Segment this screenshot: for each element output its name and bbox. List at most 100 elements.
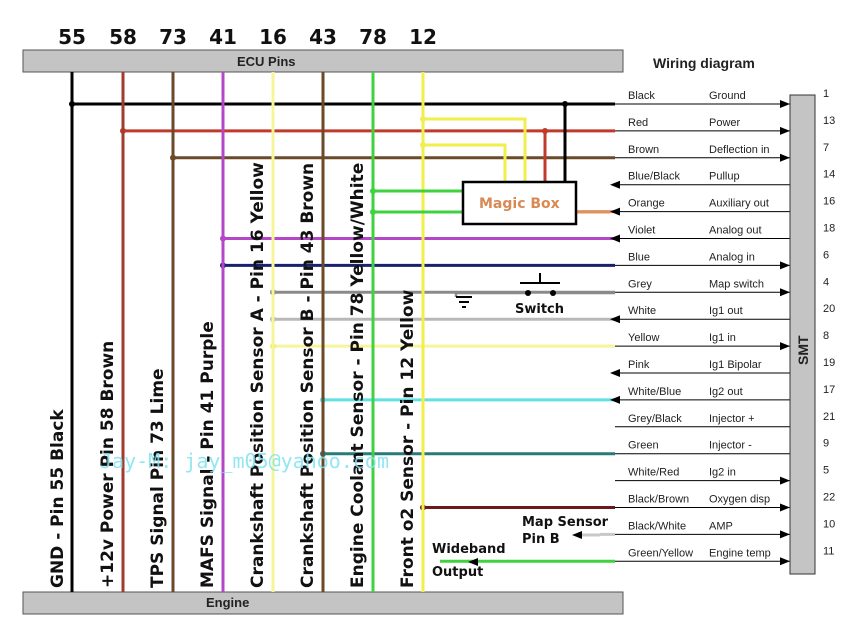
smt-pin-number: 20 <box>823 303 835 315</box>
switch-label: Switch <box>515 302 564 317</box>
row-wire-color: Grey <box>628 278 652 290</box>
arrow-out-icon <box>610 369 620 377</box>
row-function: Engine temp <box>709 547 771 559</box>
ecu-pins-label: ECU Pins <box>237 54 296 69</box>
engine-bar <box>22 591 624 615</box>
junction-dot <box>420 116 426 122</box>
diagram-title: Wiring diagram <box>653 55 755 71</box>
row-wire-color: Yellow <box>628 332 659 344</box>
smt-pin-number: 11 <box>823 545 834 557</box>
arrow-in-icon <box>780 261 790 270</box>
junction-dot <box>420 142 426 148</box>
smt-pin-number: 10 <box>823 518 835 530</box>
column-label: Crankshaft Position Sensor A - Pin 16 Ye… <box>248 162 268 588</box>
smt-pin-number: 1 <box>823 88 829 100</box>
row-function: Ig2 in <box>709 467 736 479</box>
row-wire-color: Pink <box>628 359 650 371</box>
smt-pin-number: 5 <box>823 465 829 477</box>
row-function: Ig1 in <box>709 332 736 344</box>
ecu-pin-number: 41 <box>209 25 237 49</box>
arrow-out-icon <box>610 207 620 216</box>
arrow-in-icon <box>780 126 790 135</box>
ecu-pin-number: 58 <box>109 25 137 49</box>
wideband-note: Wideband <box>432 542 506 557</box>
smt-pin-number: 7 <box>823 142 829 154</box>
arrow-in-icon <box>780 503 790 512</box>
smt-pin-number: 14 <box>823 169 835 181</box>
row-wire-color: Grey/Black <box>628 413 682 425</box>
magic-box-label: Magic Box <box>479 196 560 212</box>
smt-pin-number: 18 <box>823 223 835 235</box>
arrow-in-icon <box>780 342 790 351</box>
arrow-in-icon <box>780 288 790 297</box>
row-wire-color: Green/Yellow <box>628 547 693 559</box>
ecu-pin-numbers: 55 58 73 41 16 43 78 12 <box>58 25 437 49</box>
row-wire-color: Black <box>628 90 655 102</box>
row-function: Pullup <box>709 171 740 183</box>
row-wire-color: Black/Brown <box>628 494 689 506</box>
column-label: GND - Pin 55 Black <box>48 409 68 588</box>
row-wire-color: Black/White <box>628 520 686 532</box>
smt-pin-number: 16 <box>823 196 835 208</box>
junction-dot <box>370 188 376 194</box>
row-function: Ig1 out <box>709 305 743 317</box>
column-labels: GND - Pin 55 Black +12v Power Pin 58 Brow… <box>48 162 418 588</box>
map-sensor-pin-note: Pin B <box>522 532 560 547</box>
column-label: Crankshaft Position Sensor B - Pin 43 Br… <box>298 163 318 588</box>
smt-pin-number: 4 <box>823 276 829 288</box>
smt-pin-number: 9 <box>823 438 829 450</box>
row-function: Analog out <box>709 225 762 237</box>
arrow-in-icon <box>780 557 790 566</box>
row-function: Injector - <box>709 440 752 452</box>
arrow-in-icon <box>780 153 790 162</box>
ecu-pin-number: 55 <box>58 25 86 49</box>
row-function: Injector + <box>709 413 755 425</box>
row-function: Ig1 Bipolar <box>709 359 762 371</box>
ecu-pins-bar <box>22 49 624 73</box>
ecu-pin-number: 78 <box>359 25 387 49</box>
smt-pin-number: 13 <box>823 115 835 127</box>
row-wire-color: Green <box>628 440 659 452</box>
wiring-diagram: 55 58 73 41 16 43 78 12 ECU Pins Engine Wiring … <box>22 25 835 615</box>
column-label: Front o2 Sensor - Pin 12 Yellow <box>398 289 418 588</box>
arrow-out-icon <box>610 234 620 243</box>
smt-pin-number: 8 <box>823 330 829 342</box>
wideband-output-note: Output <box>432 565 483 580</box>
junction-dot <box>562 101 568 107</box>
arrow-out-icon <box>610 315 620 324</box>
row-function: Ig2 out <box>709 386 743 398</box>
junction-dot <box>370 209 376 215</box>
arrow-in-icon <box>780 100 790 108</box>
row-wire-color: Blue/Black <box>628 171 680 183</box>
row-function: Power <box>709 117 741 129</box>
map-sensor-note: Map Sensor <box>522 515 609 530</box>
ground-icon <box>456 296 472 308</box>
row-function: Ground <box>709 90 746 102</box>
ecu-pin-number: 43 <box>309 25 337 49</box>
smt-pin-number: 22 <box>823 492 835 504</box>
row-wire-color: Brown <box>628 144 659 156</box>
row-wire-color: White/Blue <box>628 386 681 398</box>
smt-block <box>789 94 816 575</box>
row-function: Analog in <box>709 251 755 263</box>
smt-label: SMT <box>795 335 811 365</box>
row-wire-color: Blue <box>628 251 650 263</box>
ecu-pin-number: 16 <box>259 25 287 49</box>
column-label: TPS Signal Pin 73 Lime <box>148 368 168 588</box>
smt-pin-number: 21 <box>823 411 835 423</box>
watermark: Jay-M: jay_m05@yahoo.com <box>100 449 389 473</box>
smt-pin-number: 6 <box>823 249 829 261</box>
magic-box-connection <box>423 117 527 182</box>
arrow-in-icon <box>780 476 790 485</box>
row-wire-color: Orange <box>628 198 665 210</box>
row-function: AMP <box>709 520 733 532</box>
magic-box-connection <box>423 143 507 182</box>
arrow-out-icon <box>610 180 620 189</box>
engine-label: Engine <box>206 595 249 610</box>
arrow-out-icon <box>610 395 620 404</box>
row-function: Deflection in <box>709 144 770 156</box>
smt-pin-number: 17 <box>823 384 835 396</box>
row-wire-color: White <box>628 305 656 317</box>
row-wire-color: Red <box>628 117 648 129</box>
ecu-pin-number: 12 <box>409 25 437 49</box>
